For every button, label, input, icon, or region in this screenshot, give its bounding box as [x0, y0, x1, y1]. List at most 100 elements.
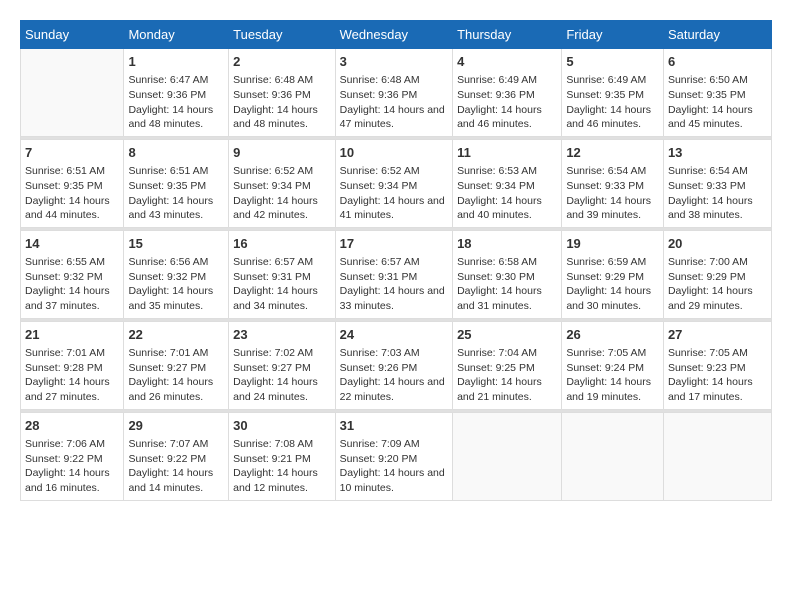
day-info: Sunrise: 7:05 AMSunset: 9:23 PMDaylight:…	[668, 346, 767, 405]
day-number: 21	[25, 326, 119, 344]
calendar-cell: 10 Sunrise: 6:52 AMSunset: 9:34 PMDaylig…	[335, 139, 452, 227]
day-info: Sunrise: 6:58 AMSunset: 9:30 PMDaylight:…	[457, 255, 557, 314]
calendar-cell: 29 Sunrise: 7:07 AMSunset: 9:22 PMDaylig…	[124, 412, 229, 500]
day-number: 30	[233, 417, 331, 435]
day-info: Sunrise: 7:01 AMSunset: 9:27 PMDaylight:…	[128, 346, 224, 405]
day-info: Sunrise: 7:01 AMSunset: 9:28 PMDaylight:…	[25, 346, 119, 405]
calendar-week-row: 1 Sunrise: 6:47 AMSunset: 9:36 PMDayligh…	[21, 49, 772, 137]
calendar-cell: 1 Sunrise: 6:47 AMSunset: 9:36 PMDayligh…	[124, 49, 229, 137]
calendar-cell: 25 Sunrise: 7:04 AMSunset: 9:25 PMDaylig…	[453, 321, 562, 409]
day-info: Sunrise: 7:03 AMSunset: 9:26 PMDaylight:…	[340, 346, 448, 405]
day-info: Sunrise: 7:06 AMSunset: 9:22 PMDaylight:…	[25, 437, 119, 496]
day-info: Sunrise: 7:07 AMSunset: 9:22 PMDaylight:…	[128, 437, 224, 496]
day-number: 12	[566, 144, 659, 162]
day-info: Sunrise: 7:02 AMSunset: 9:27 PMDaylight:…	[233, 346, 331, 405]
day-info: Sunrise: 6:54 AMSunset: 9:33 PMDaylight:…	[668, 164, 767, 223]
calendar-cell: 11 Sunrise: 6:53 AMSunset: 9:34 PMDaylig…	[453, 139, 562, 227]
day-number: 26	[566, 326, 659, 344]
header-saturday: Saturday	[663, 21, 771, 49]
day-number: 14	[25, 235, 119, 253]
calendar-cell: 13 Sunrise: 6:54 AMSunset: 9:33 PMDaylig…	[663, 139, 771, 227]
day-number: 17	[340, 235, 448, 253]
calendar-cell	[453, 412, 562, 500]
day-number: 10	[340, 144, 448, 162]
day-number: 2	[233, 53, 331, 71]
calendar-cell: 30 Sunrise: 7:08 AMSunset: 9:21 PMDaylig…	[229, 412, 336, 500]
calendar-cell: 20 Sunrise: 7:00 AMSunset: 9:29 PMDaylig…	[663, 230, 771, 318]
day-info: Sunrise: 6:51 AMSunset: 9:35 PMDaylight:…	[128, 164, 224, 223]
day-info: Sunrise: 7:04 AMSunset: 9:25 PMDaylight:…	[457, 346, 557, 405]
calendar-cell: 23 Sunrise: 7:02 AMSunset: 9:27 PMDaylig…	[229, 321, 336, 409]
calendar-week-row: 28 Sunrise: 7:06 AMSunset: 9:22 PMDaylig…	[21, 412, 772, 500]
day-number: 24	[340, 326, 448, 344]
calendar-cell: 14 Sunrise: 6:55 AMSunset: 9:32 PMDaylig…	[21, 230, 124, 318]
calendar-cell: 28 Sunrise: 7:06 AMSunset: 9:22 PMDaylig…	[21, 412, 124, 500]
day-info: Sunrise: 6:48 AMSunset: 9:36 PMDaylight:…	[340, 73, 448, 132]
day-info: Sunrise: 6:51 AMSunset: 9:35 PMDaylight:…	[25, 164, 119, 223]
calendar-week-row: 14 Sunrise: 6:55 AMSunset: 9:32 PMDaylig…	[21, 230, 772, 318]
day-number: 8	[128, 144, 224, 162]
day-info: Sunrise: 6:53 AMSunset: 9:34 PMDaylight:…	[457, 164, 557, 223]
day-info: Sunrise: 7:05 AMSunset: 9:24 PMDaylight:…	[566, 346, 659, 405]
day-info: Sunrise: 6:56 AMSunset: 9:32 PMDaylight:…	[128, 255, 224, 314]
day-number: 1	[128, 53, 224, 71]
day-number: 16	[233, 235, 331, 253]
calendar-cell	[663, 412, 771, 500]
day-info: Sunrise: 7:00 AMSunset: 9:29 PMDaylight:…	[668, 255, 767, 314]
calendar-cell: 26 Sunrise: 7:05 AMSunset: 9:24 PMDaylig…	[562, 321, 664, 409]
day-number: 25	[457, 326, 557, 344]
day-number: 18	[457, 235, 557, 253]
day-number: 3	[340, 53, 448, 71]
day-number: 28	[25, 417, 119, 435]
calendar-cell: 21 Sunrise: 7:01 AMSunset: 9:28 PMDaylig…	[21, 321, 124, 409]
calendar-cell: 31 Sunrise: 7:09 AMSunset: 9:20 PMDaylig…	[335, 412, 452, 500]
header-thursday: Thursday	[453, 21, 562, 49]
calendar-week-row: 7 Sunrise: 6:51 AMSunset: 9:35 PMDayligh…	[21, 139, 772, 227]
calendar-cell: 22 Sunrise: 7:01 AMSunset: 9:27 PMDaylig…	[124, 321, 229, 409]
calendar-cell: 16 Sunrise: 6:57 AMSunset: 9:31 PMDaylig…	[229, 230, 336, 318]
calendar-cell: 6 Sunrise: 6:50 AMSunset: 9:35 PMDayligh…	[663, 49, 771, 137]
day-info: Sunrise: 6:49 AMSunset: 9:35 PMDaylight:…	[566, 73, 659, 132]
day-number: 7	[25, 144, 119, 162]
day-number: 11	[457, 144, 557, 162]
day-number: 19	[566, 235, 659, 253]
day-info: Sunrise: 6:47 AMSunset: 9:36 PMDaylight:…	[128, 73, 224, 132]
day-info: Sunrise: 6:54 AMSunset: 9:33 PMDaylight:…	[566, 164, 659, 223]
calendar-cell: 17 Sunrise: 6:57 AMSunset: 9:31 PMDaylig…	[335, 230, 452, 318]
day-number: 27	[668, 326, 767, 344]
calendar-cell: 8 Sunrise: 6:51 AMSunset: 9:35 PMDayligh…	[124, 139, 229, 227]
calendar-cell: 2 Sunrise: 6:48 AMSunset: 9:36 PMDayligh…	[229, 49, 336, 137]
header-friday: Friday	[562, 21, 664, 49]
day-number: 31	[340, 417, 448, 435]
calendar-cell: 7 Sunrise: 6:51 AMSunset: 9:35 PMDayligh…	[21, 139, 124, 227]
calendar-table: Sunday Monday Tuesday Wednesday Thursday…	[20, 20, 772, 501]
header-monday: Monday	[124, 21, 229, 49]
day-info: Sunrise: 6:57 AMSunset: 9:31 PMDaylight:…	[340, 255, 448, 314]
day-number: 5	[566, 53, 659, 71]
calendar-week-row: 21 Sunrise: 7:01 AMSunset: 9:28 PMDaylig…	[21, 321, 772, 409]
day-info: Sunrise: 6:52 AMSunset: 9:34 PMDaylight:…	[340, 164, 448, 223]
day-number: 22	[128, 326, 224, 344]
day-number: 20	[668, 235, 767, 253]
day-info: Sunrise: 6:48 AMSunset: 9:36 PMDaylight:…	[233, 73, 331, 132]
day-info: Sunrise: 6:57 AMSunset: 9:31 PMDaylight:…	[233, 255, 331, 314]
day-number: 15	[128, 235, 224, 253]
day-info: Sunrise: 6:59 AMSunset: 9:29 PMDaylight:…	[566, 255, 659, 314]
calendar-cell: 24 Sunrise: 7:03 AMSunset: 9:26 PMDaylig…	[335, 321, 452, 409]
day-info: Sunrise: 6:52 AMSunset: 9:34 PMDaylight:…	[233, 164, 331, 223]
header-tuesday: Tuesday	[229, 21, 336, 49]
calendar-cell: 18 Sunrise: 6:58 AMSunset: 9:30 PMDaylig…	[453, 230, 562, 318]
day-number: 6	[668, 53, 767, 71]
day-number: 4	[457, 53, 557, 71]
calendar-cell: 27 Sunrise: 7:05 AMSunset: 9:23 PMDaylig…	[663, 321, 771, 409]
calendar-cell: 9 Sunrise: 6:52 AMSunset: 9:34 PMDayligh…	[229, 139, 336, 227]
calendar-cell: 19 Sunrise: 6:59 AMSunset: 9:29 PMDaylig…	[562, 230, 664, 318]
calendar-cell	[21, 49, 124, 137]
calendar-cell: 15 Sunrise: 6:56 AMSunset: 9:32 PMDaylig…	[124, 230, 229, 318]
day-number: 13	[668, 144, 767, 162]
day-info: Sunrise: 6:49 AMSunset: 9:36 PMDaylight:…	[457, 73, 557, 132]
day-info: Sunrise: 6:50 AMSunset: 9:35 PMDaylight:…	[668, 73, 767, 132]
calendar-cell: 12 Sunrise: 6:54 AMSunset: 9:33 PMDaylig…	[562, 139, 664, 227]
calendar-cell	[562, 412, 664, 500]
calendar-cell: 3 Sunrise: 6:48 AMSunset: 9:36 PMDayligh…	[335, 49, 452, 137]
